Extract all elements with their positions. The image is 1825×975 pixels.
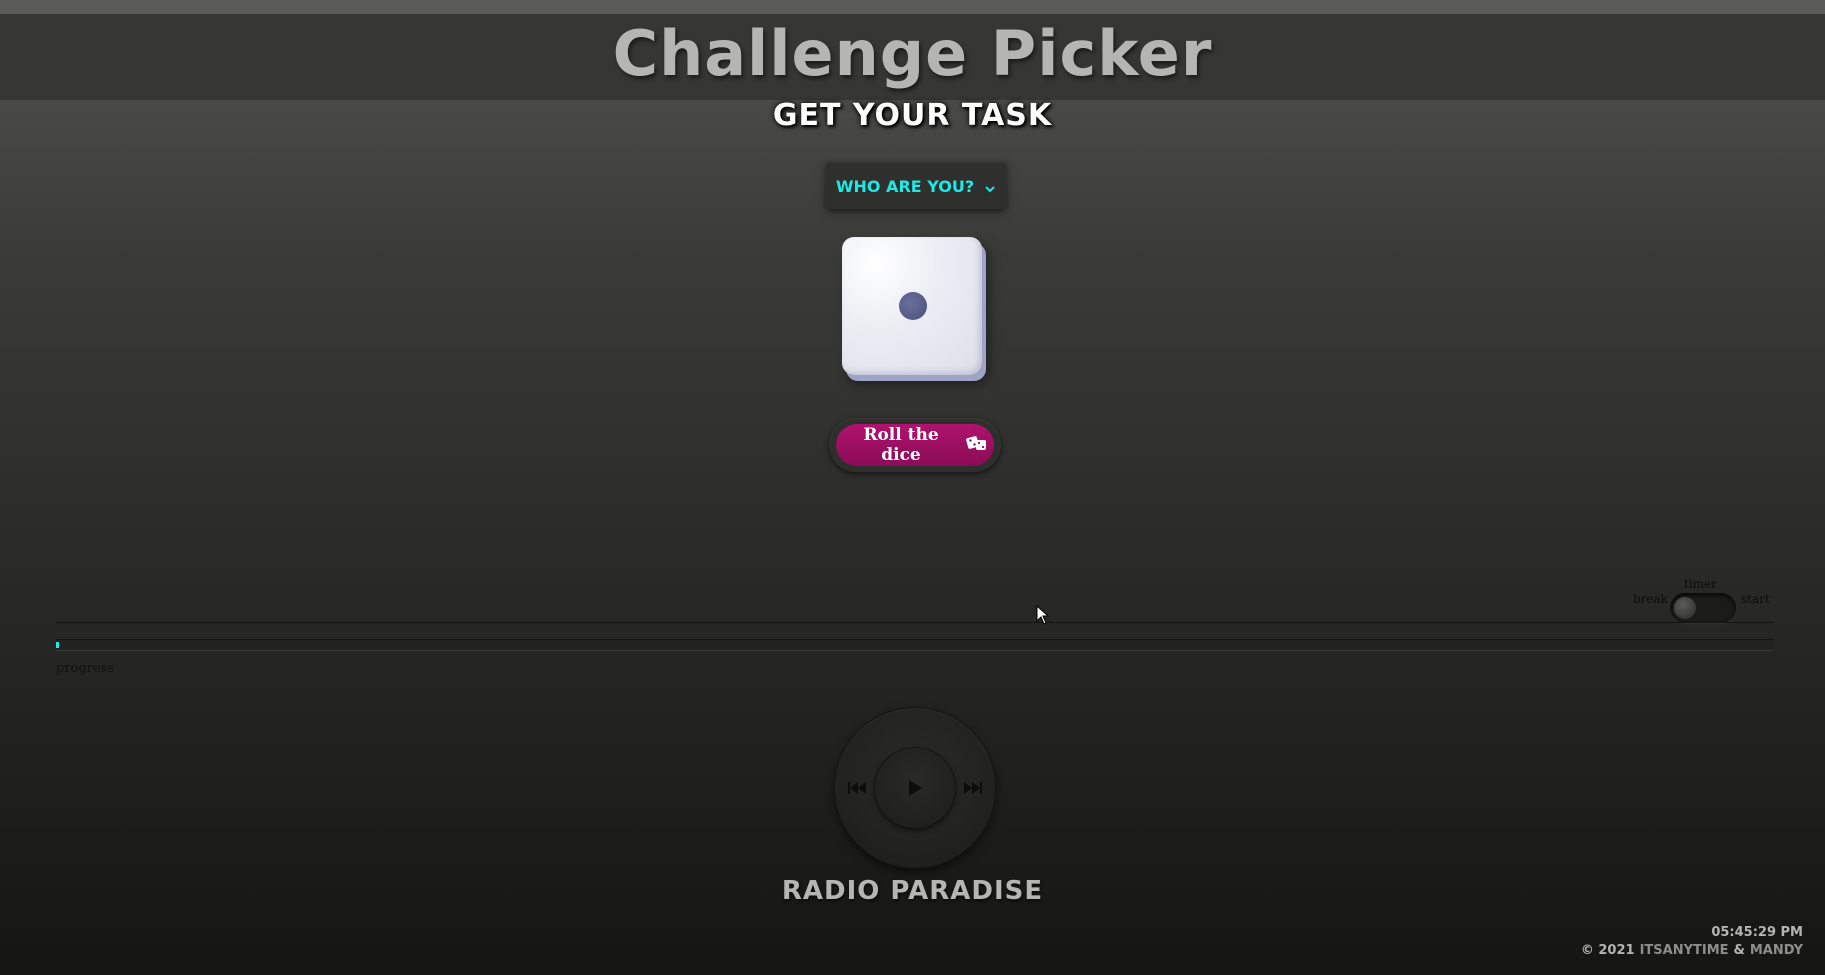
- play-button[interactable]: [875, 748, 955, 828]
- app-title: Challenge Picker: [612, 16, 1213, 90]
- copyright-text: © 2021: [1580, 943, 1635, 958]
- timer-label: timer: [1684, 577, 1717, 591]
- progress-bar: [56, 639, 1774, 651]
- author-link-itsanytime[interactable]: ITSANYTIME: [1640, 943, 1729, 958]
- timer-start-label: start: [1741, 592, 1770, 606]
- credits-separator: &: [1733, 943, 1745, 958]
- title-bar: Challenge Picker: [0, 14, 1825, 100]
- timer-break-label: break: [1633, 592, 1668, 606]
- author-link-mandy[interactable]: MANDY: [1750, 943, 1803, 958]
- roll-button-wrapper: Roll the dice: [829, 418, 1001, 472]
- previous-track-button[interactable]: [845, 776, 869, 800]
- next-icon: [964, 782, 982, 794]
- roll-dice-label: Roll the dice: [863, 425, 939, 465]
- player-select-dropdown[interactable]: WHO ARE YOU?: [826, 163, 1006, 209]
- radio-player: [835, 708, 995, 868]
- divider: [56, 622, 1774, 623]
- dice-face: [842, 237, 982, 375]
- top-strip: [0, 0, 1825, 14]
- progress-label: progress: [56, 661, 114, 676]
- next-track-button[interactable]: [961, 776, 985, 800]
- timer-toggle[interactable]: [1670, 593, 1736, 623]
- clock: 05:45:29 PM: [1711, 925, 1803, 940]
- mouse-cursor-icon: [1036, 605, 1050, 625]
- chevron-down-icon: [984, 180, 996, 193]
- previous-icon: [848, 782, 866, 794]
- dice-icon: [966, 434, 988, 457]
- progress-bar-fill: [56, 642, 60, 648]
- timer-toggle-knob[interactable]: [1674, 597, 1696, 619]
- player-select-label: WHO ARE YOU?: [835, 176, 975, 196]
- page-subtitle: GET YOUR TASK: [772, 98, 1053, 133]
- radio-station-name: RADIO PARADISE: [781, 876, 1044, 906]
- dice-pip: [899, 292, 927, 320]
- roll-dice-button[interactable]: Roll the dice: [836, 424, 994, 466]
- footer-credits: © 2021 ITSANYTIME & MANDY: [1581, 943, 1803, 958]
- play-icon: [909, 780, 922, 796]
